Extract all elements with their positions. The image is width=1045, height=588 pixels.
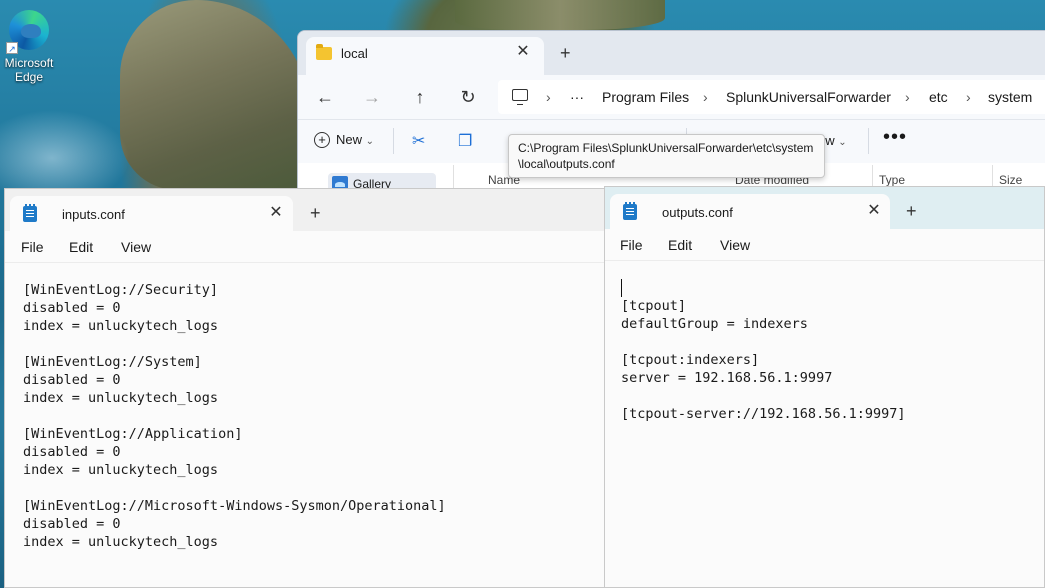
text-editor-content[interactable]: [WinEventLog://Security] disabled = 0 in… — [23, 281, 446, 551]
more-options-icon[interactable]: ••• — [883, 126, 907, 149]
chevron-right-icon: › — [905, 89, 910, 105]
close-icon[interactable]: ✕ — [513, 42, 533, 62]
new-button-label: New — [336, 132, 363, 147]
notepad-menu-bar: File Edit View — [605, 229, 1044, 261]
chevron-right-icon: › — [966, 89, 971, 105]
this-pc-icon — [512, 89, 528, 105]
new-button[interactable]: + New ⌄ — [314, 132, 374, 148]
notepad-menu-bar: File Edit View — [5, 231, 604, 263]
column-header-size[interactable]: Size — [999, 173, 1022, 187]
notepad-window-outputs: outputs.conf ✕ + File Edit View [tcpout]… — [604, 186, 1045, 588]
wallpaper-rock — [455, 0, 665, 30]
notepad-tab-bar: inputs.conf ✕ + — [5, 189, 604, 231]
chevron-right-icon: › — [546, 89, 551, 105]
toolbar-divider — [393, 128, 394, 154]
back-arrow-icon[interactable]: ← — [313, 85, 337, 109]
up-arrow-icon[interactable]: ↑ — [408, 85, 432, 109]
notepad-icon — [23, 204, 37, 222]
explorer-tab[interactable]: local ✕ — [306, 37, 544, 75]
menu-file[interactable]: File — [620, 237, 643, 253]
breadcrumb-item[interactable]: SplunkUniversalForwarder — [726, 89, 891, 105]
explorer-tab-title: local — [341, 46, 368, 61]
breadcrumb-item[interactable]: system — [988, 89, 1032, 105]
tooltip-line: C:\Program Files\SplunkUniversalForwarde… — [518, 141, 814, 155]
menu-view[interactable]: View — [121, 239, 151, 255]
menu-file[interactable]: File — [21, 239, 44, 255]
column-header-type[interactable]: Type — [879, 173, 905, 187]
notepad-icon — [623, 202, 637, 220]
menu-view[interactable]: View — [720, 237, 750, 253]
more-locations-icon[interactable]: ··· — [570, 89, 584, 105]
shortcut-arrow-icon: ↗ — [6, 42, 18, 54]
path-tooltip: C:\Program Files\SplunkUniversalForwarde… — [508, 134, 825, 178]
toolbar-divider — [868, 128, 869, 154]
new-tab-button[interactable]: + — [906, 201, 917, 222]
wallpaper-foam — [0, 110, 130, 190]
explorer-tab-bar: local ✕ + — [298, 31, 1045, 75]
menu-edit[interactable]: Edit — [668, 237, 692, 253]
desktop-icon-label: Microsoft Edge — [4, 56, 54, 84]
wallpaper-rock — [120, 0, 310, 190]
notepad-window-inputs: inputs.conf ✕ + File Edit View [WinEvent… — [4, 188, 605, 588]
chevron-down-icon: ⌄ — [838, 137, 847, 148]
explorer-nav-bar: ← → ↑ ↻ › ··· Program Files › SplunkUniv… — [298, 75, 1045, 119]
desktop-icon-edge[interactable]: ↗ Microsoft Edge — [2, 10, 56, 84]
breadcrumb-item[interactable]: Program Files — [602, 89, 689, 105]
notepad-tab-title: outputs.conf — [662, 205, 733, 220]
refresh-icon[interactable]: ↻ — [456, 85, 480, 109]
address-bar[interactable]: › ··· Program Files › SplunkUniversalFor… — [498, 80, 1045, 114]
chevron-down-icon: ⌄ — [365, 136, 375, 147]
close-icon[interactable]: ✕ — [864, 201, 884, 221]
notepad-tab[interactable]: inputs.conf ✕ — [10, 196, 293, 231]
forward-arrow-icon[interactable]: → — [360, 85, 384, 109]
tooltip-line: \local\outputs.conf — [518, 157, 615, 171]
plus-circle-icon: + — [314, 132, 330, 148]
folder-icon — [316, 44, 332, 60]
notepad-tab[interactable]: outputs.conf ✕ — [610, 194, 890, 229]
text-editor-content[interactable]: [tcpout] defaultGroup = indexers [tcpout… — [621, 279, 905, 423]
notepad-tab-bar: outputs.conf ✕ + — [605, 187, 1044, 229]
menu-edit[interactable]: Edit — [69, 239, 93, 255]
notepad-tab-title: inputs.conf — [62, 207, 125, 222]
new-tab-button[interactable]: + — [560, 43, 571, 64]
new-tab-button[interactable]: + — [310, 203, 321, 224]
copy-icon[interactable]: ❐ — [458, 131, 472, 151]
chevron-right-icon: › — [703, 89, 708, 105]
cut-icon[interactable]: ✂ — [412, 131, 425, 151]
breadcrumb-item[interactable]: etc — [929, 89, 948, 105]
close-icon[interactable]: ✕ — [266, 203, 286, 223]
